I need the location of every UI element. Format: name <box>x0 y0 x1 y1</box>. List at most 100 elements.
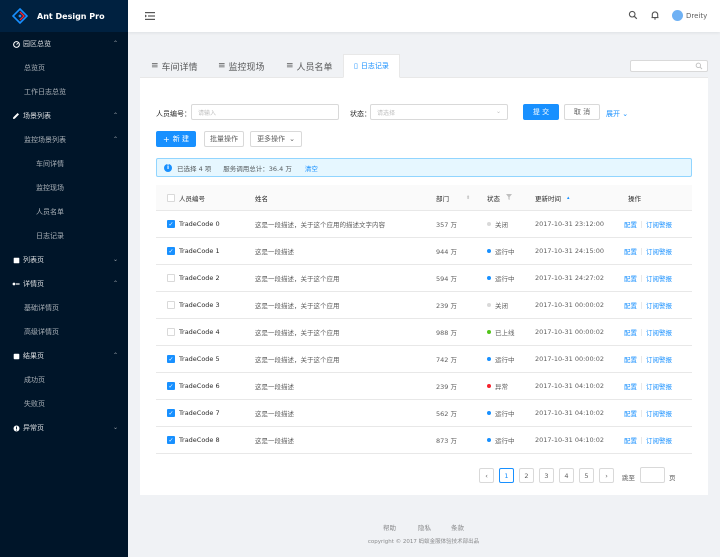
column-header-status[interactable]: 状态 <box>487 185 512 210</box>
column-header-dept[interactable]: 部门 ⬍ <box>436 185 470 210</box>
sidebar-item[interactable]: 总览页 <box>0 56 128 80</box>
dept-cell: 594 万 <box>436 275 457 283</box>
prev-page-button[interactable]: ‹ <box>479 468 494 483</box>
row-checkbox[interactable]: ✓ <box>167 220 175 228</box>
subscribe-alert-link[interactable]: 订阅警报 <box>646 300 672 310</box>
more-operations-button[interactable]: 更多操作 ⌄ <box>250 131 302 147</box>
subscribe-alert-link[interactable]: 订阅警报 <box>646 246 672 256</box>
dept-cell: 988 万 <box>436 329 457 337</box>
divider <box>641 301 642 309</box>
menu-fold-icon[interactable] <box>144 10 156 22</box>
bell-icon[interactable] <box>650 10 660 20</box>
dept-cell: 742 万 <box>436 356 457 364</box>
sidebar-item[interactable]: 详情页 ⌃ <box>0 272 128 296</box>
clear-selection-link[interactable]: 清空 <box>305 163 318 173</box>
column-header-time[interactable]: 更新时间 ▴ <box>535 185 570 210</box>
sidebar-item[interactable]: 异常页 ⌄ <box>0 416 128 440</box>
configure-link[interactable]: 配置 <box>624 381 637 391</box>
subscribe-alert-link[interactable]: 订阅警报 <box>646 219 672 229</box>
warning-icon <box>12 424 20 432</box>
cancel-button[interactable]: 取 消 <box>564 104 600 120</box>
row-checkbox[interactable] <box>167 274 175 282</box>
table-row[interactable]: ✓ TradeCode 8 这是一段描述 873 万 运行中 2017-10-31 04:… <box>156 427 692 454</box>
sidebar-item[interactable]: 基础详情页 <box>0 296 128 320</box>
configure-link[interactable]: 配置 <box>624 408 637 418</box>
username[interactable]: Dreity <box>686 12 707 20</box>
row-checkbox[interactable]: ✓ <box>167 436 175 444</box>
time-cell: 2017-10-31 24:15:00 <box>535 247 605 255</box>
footer-link-help[interactable]: 帮助 <box>383 522 396 532</box>
page-button[interactable]: 4 <box>559 468 574 483</box>
new-button[interactable]: + 新 建 <box>156 131 196 147</box>
submit-button[interactable]: 提 交 <box>523 104 559 120</box>
table-row[interactable]: TradeCode 2 这是一段描述，关于这个应用 594 万 运行中 2017-10-… <box>156 265 692 292</box>
footer-link-terms[interactable]: 条款 <box>451 522 464 532</box>
subscribe-alert-link[interactable]: 订阅警报 <box>646 435 672 445</box>
footer-link-privacy[interactable]: 隐私 <box>418 522 431 532</box>
configure-link[interactable]: 配置 <box>624 354 637 364</box>
status-cell: 关闭 <box>487 211 508 237</box>
table-row[interactable]: ✓ TradeCode 1 这是一段描述 944 万 运行中 2017-10-31 24:… <box>156 238 692 265</box>
table-row[interactable]: ✓ TradeCode 5 这是一段描述，关于这个应用 742 万 运行中 2017-10… <box>156 346 692 373</box>
sidebar-item[interactable]: 工作日志总览 <box>0 80 128 104</box>
goto-label: 跳至 <box>622 474 635 482</box>
sidebar-item[interactable]: 监控现场 <box>0 176 128 200</box>
configure-link[interactable]: 配置 <box>624 300 637 310</box>
divider <box>641 247 642 255</box>
row-checkbox[interactable]: ✓ <box>167 409 175 417</box>
expand-link[interactable]: 展开 ⌄ <box>606 109 628 119</box>
page-button[interactable]: 5 <box>579 468 594 483</box>
row-checkbox[interactable]: ✓ <box>167 382 175 390</box>
row-checkbox[interactable]: ✓ <box>167 247 175 255</box>
tab-label: 人员名单 <box>296 62 333 73</box>
logo[interactable]: Ant Design Pro <box>0 0 128 32</box>
search-icon[interactable] <box>628 10 638 20</box>
configure-link[interactable]: 配置 <box>624 273 637 283</box>
goto-page-input[interactable] <box>640 467 665 483</box>
sidebar-item[interactable]: 人员名单 <box>0 200 128 224</box>
batch-operation-button[interactable]: 批量操作 <box>204 131 244 147</box>
page-button[interactable]: 1 <box>499 468 514 483</box>
sidebar-item[interactable]: 园区总览 ⌃ <box>0 32 128 56</box>
configure-link[interactable]: 配置 <box>624 246 637 256</box>
sidebar-item[interactable]: 列表页 ⌄ <box>0 248 128 272</box>
sidebar-item[interactable]: 结果页 ⌃ <box>0 344 128 368</box>
select-all-checkbox[interactable] <box>167 193 175 202</box>
sidebar-item[interactable]: 成功页 <box>0 368 128 392</box>
subscribe-alert-link[interactable]: 订阅警报 <box>646 273 672 283</box>
page-button[interactable]: 2 <box>519 468 534 483</box>
configure-link[interactable]: 配置 <box>624 219 637 229</box>
tab-monitor-site[interactable]: ≡ 监控现场 <box>218 54 265 78</box>
subscribe-alert-link[interactable]: 订阅警报 <box>646 381 672 391</box>
tab-workshop-detail[interactable]: ≡ 车间详情 <box>151 54 198 78</box>
sidebar-item[interactable]: 失败页 <box>0 392 128 416</box>
page-button[interactable]: 3 <box>539 468 554 483</box>
table-body: ✓ TradeCode 0 这是一段描述，关于这个应用的描述文字内容 357 万关闭 2… <box>156 211 692 454</box>
sidebar-item[interactable]: 日志记录 <box>0 224 128 248</box>
sidebar-item[interactable]: 监控场景列表 ⌃ <box>0 128 128 152</box>
sidebar-item[interactable]: 高级详情页 <box>0 320 128 344</box>
status-select[interactable]: 请选择 ⌄ <box>370 104 508 120</box>
tab-search-input[interactable] <box>630 60 708 72</box>
row-checkbox[interactable] <box>167 328 175 336</box>
subscribe-alert-link[interactable]: 订阅警报 <box>646 354 672 364</box>
subscribe-alert-link[interactable]: 订阅警报 <box>646 408 672 418</box>
next-page-button[interactable]: › <box>599 468 614 483</box>
table-row[interactable]: ✓ TradeCode 6 这是一段描述 239 万 异常 2017-10-31 04:1… <box>156 373 692 400</box>
tab-log-records[interactable]: ▯ 日志记录 <box>343 54 400 78</box>
tab-staff-list[interactable]: ≡ 人员名单 <box>286 54 333 78</box>
subscribe-alert-link[interactable]: 订阅警报 <box>646 327 672 337</box>
table-row[interactable]: ✓ TradeCode 0 这是一段描述，关于这个应用的描述文字内容 357 万 关闭 2… <box>156 211 692 238</box>
table-row[interactable]: ✓ TradeCode 7 这是一段描述 562 万 运行中 2017-10-31 04:… <box>156 400 692 427</box>
configure-link[interactable]: 配置 <box>624 435 637 445</box>
status-select-placeholder: 请选择 <box>377 109 396 117</box>
row-checkbox[interactable] <box>167 301 175 309</box>
member-id-input[interactable]: 请输入 <box>191 104 339 120</box>
configure-link[interactable]: 配置 <box>624 327 637 337</box>
avatar[interactable] <box>672 10 683 21</box>
table-row[interactable]: TradeCode 4 这是一段描述，关于这个应用 988 万 已上线 2017-10-… <box>156 319 692 346</box>
sidebar-item[interactable]: 车间详情 <box>0 152 128 176</box>
sidebar-item[interactable]: 场景列表 ⌃ <box>0 104 128 128</box>
row-checkbox[interactable]: ✓ <box>167 355 175 363</box>
table-row[interactable]: TradeCode 3 这是一段描述，关于这个应用 239 万 关闭 2017-10-3… <box>156 292 692 319</box>
